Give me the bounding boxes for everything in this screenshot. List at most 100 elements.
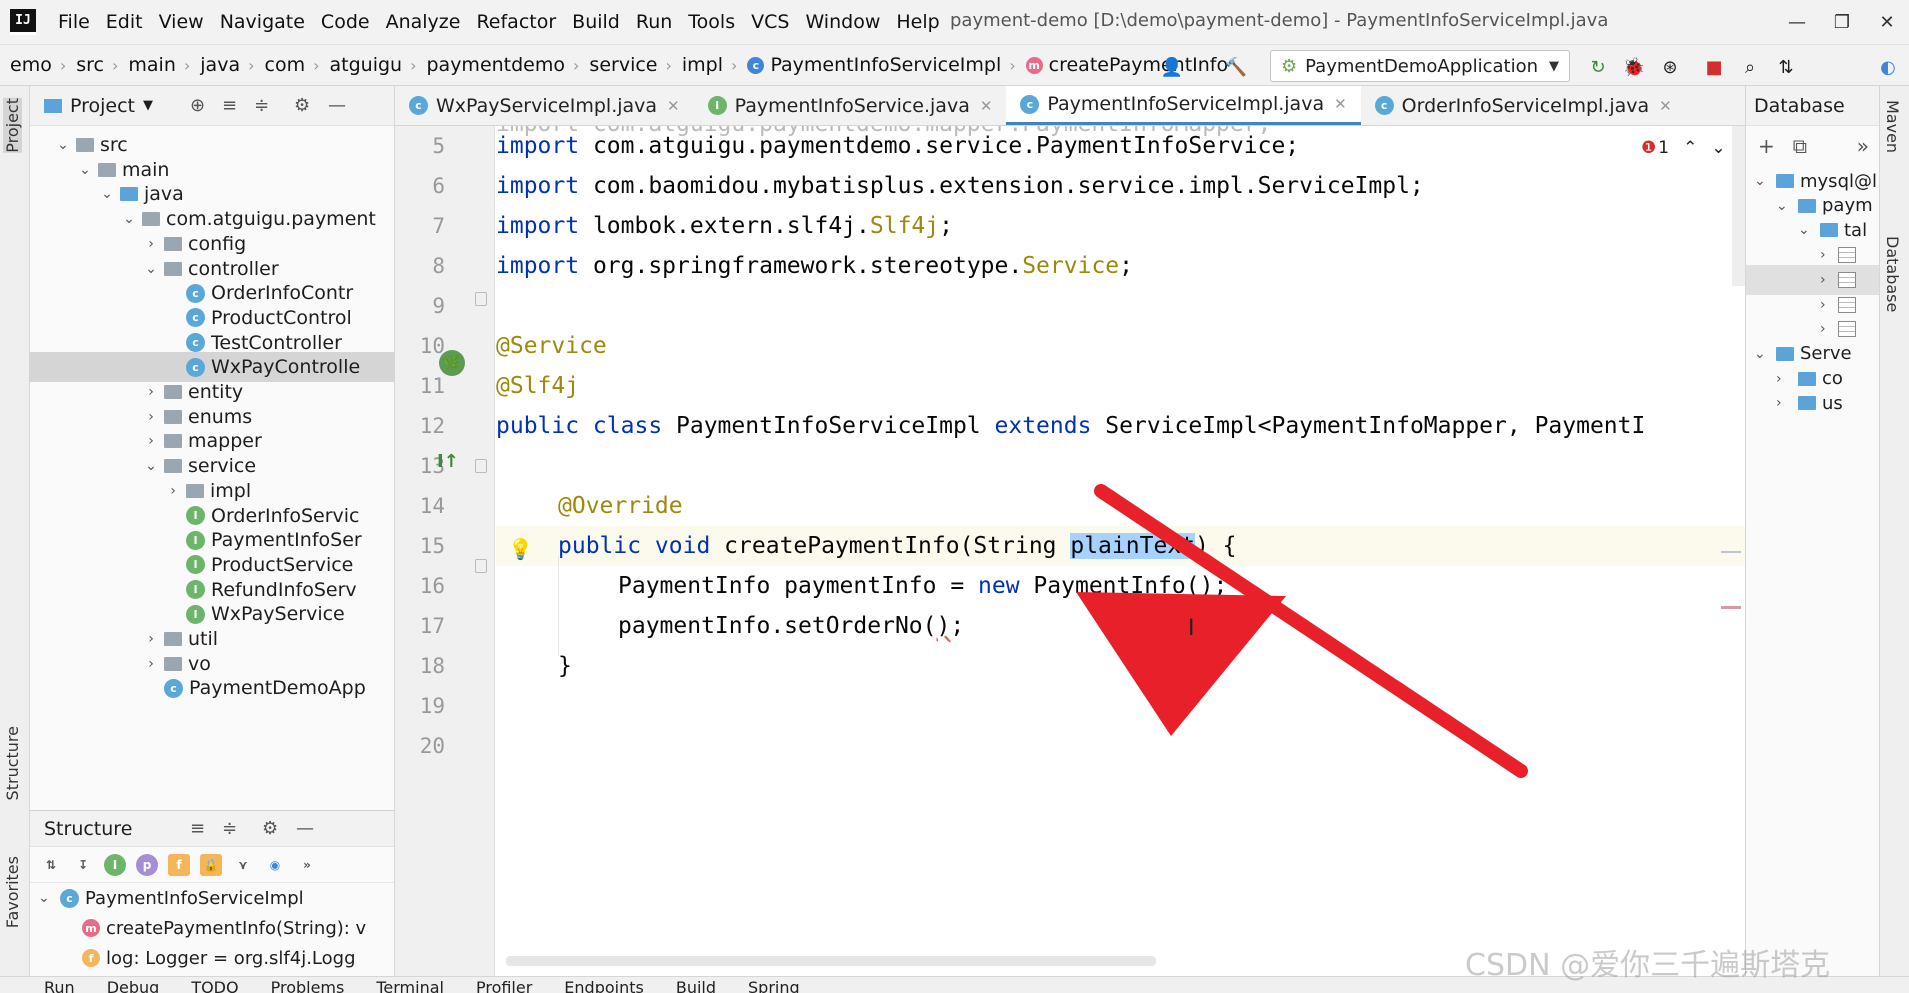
menu-refactor[interactable]: Refactor (468, 11, 564, 33)
spring-bean-icon[interactable]: 🌿 (439, 350, 465, 376)
debug-icon[interactable]: 🐞 (1622, 55, 1646, 79)
chevron-right-icon[interactable]: › (1820, 321, 1838, 337)
maven-tool-tab[interactable]: Maven (1883, 100, 1902, 153)
menu-vcs[interactable]: VCS (743, 11, 797, 33)
menu-help[interactable]: Help (888, 11, 947, 33)
bottom-tab-build[interactable]: Build (662, 977, 734, 993)
fold-icon[interactable] (475, 559, 487, 573)
breadcrumb-item[interactable]: impl › (672, 54, 738, 76)
chevron-right-icon[interactable]: › (142, 409, 160, 425)
breadcrumb-item[interactable]: c PaymentInfoServiceImpl › (737, 54, 1016, 76)
menu-view[interactable]: View (151, 11, 212, 33)
chevron-down-icon[interactable]: ⌄ (1754, 346, 1772, 362)
chevron-down-icon[interactable]: › (1776, 395, 1794, 411)
close-tab-icon[interactable]: ✕ (1334, 95, 1347, 113)
restore-icon[interactable]: ❐ (1820, 6, 1864, 38)
autoscroll-icon[interactable]: ◉ (264, 854, 286, 876)
gear-icon[interactable]: ⚙ (262, 818, 278, 839)
chevron-down-icon[interactable]: ⌄ (1798, 222, 1816, 238)
menu-window[interactable]: Window (797, 11, 888, 33)
bottom-tab-endpoints[interactable]: Endpoints (550, 977, 662, 993)
bottom-tab-spring[interactable]: Spring (734, 977, 818, 993)
chevron-right-icon[interactable]: › (142, 236, 160, 252)
chevron-right-icon[interactable]: › (1820, 272, 1838, 288)
bottom-tab-terminal[interactable]: Terminal (362, 977, 462, 993)
menu-analyze[interactable]: Analyze (378, 11, 469, 33)
stop-icon[interactable]: ■ (1702, 55, 1726, 79)
chevron-down-icon[interactable]: ⌄ (98, 186, 116, 202)
bottom-tab-run[interactable]: Run (30, 977, 93, 993)
locate-icon[interactable]: ⊕ (190, 95, 205, 116)
minimize-icon[interactable]: — (1775, 6, 1819, 38)
editor-tab[interactable]: c PaymentInfoServiceImpl.java ✕ (1006, 86, 1361, 125)
copy-icon[interactable]: ⧉ (1793, 134, 1807, 158)
favorites-tool-tab[interactable]: Favorites (3, 856, 22, 928)
more-icon[interactable]: » (296, 854, 318, 876)
menu-run[interactable]: Run (628, 11, 680, 33)
user-icon[interactable]: 👤 (1160, 55, 1184, 79)
chevron-down-icon[interactable]: ▼ (143, 98, 153, 113)
breadcrumb-item[interactable]: atguigu › (320, 54, 417, 76)
editor-tab[interactable]: c OrderInfoServiceImpl.java ✕ (1361, 86, 1686, 125)
sort-visibility-icon[interactable]: ↧ (72, 854, 94, 876)
menu-file[interactable]: File (50, 11, 98, 33)
database-tree-item[interactable]: › us (1746, 388, 1879, 418)
code-editor[interactable]: import com.atguigu.paymentdemo.mapper.Pa… (496, 126, 1745, 976)
implements-method-icon[interactable]: I↑ (437, 451, 459, 472)
plugin-icon[interactable]: ◐ (1876, 55, 1900, 79)
editor-tab[interactable]: c WxPayServiceImpl.java ✕ (395, 86, 694, 125)
show-fields-icon[interactable]: f (168, 853, 190, 876)
profile-icon[interactable]: ⊛ (1658, 55, 1682, 79)
chevron-right-icon[interactable]: › (142, 631, 160, 647)
project-tool-tab[interactable]: Project (3, 98, 22, 153)
breadcrumb-item[interactable]: java › (190, 54, 254, 76)
build-hammer-icon[interactable]: 🔨 (1224, 55, 1248, 79)
fold-icon[interactable] (475, 292, 487, 306)
rerun-icon[interactable]: ↻ (1586, 55, 1610, 79)
more-icon[interactable]: » (1857, 134, 1869, 158)
menu-build[interactable]: Build (564, 11, 628, 33)
chevron-right-icon[interactable]: › (1820, 297, 1838, 313)
run-configuration-select[interactable]: ⚙ PaymentDemoApplication ▼ (1270, 50, 1570, 82)
bottom-tab-debug[interactable]: Debug (93, 977, 178, 993)
breadcrumb-item[interactable]: main › (118, 54, 190, 76)
editor-tab[interactable]: I PaymentInfoService.java ✕ (694, 86, 1007, 125)
close-tab-icon[interactable]: ✕ (980, 97, 993, 115)
expand-all-icon[interactable]: ≡ (222, 95, 237, 116)
close-window-icon[interactable]: ✕ (1865, 6, 1909, 38)
bottom-tab-profiler[interactable]: Profiler (462, 977, 550, 993)
show-non-public-icon[interactable]: 🔒 (200, 853, 222, 876)
project-panel-title[interactable]: Project (70, 95, 135, 117)
chevron-down-icon[interactable]: ⌄ (1776, 198, 1794, 214)
search-icon[interactable]: ⌕ (1738, 55, 1762, 79)
collapse-all-icon[interactable]: ≑ (254, 95, 269, 116)
chevron-right-icon[interactable]: › (142, 433, 160, 449)
structure-row-method[interactable]: m createPaymentInfo(String): v (30, 913, 394, 943)
structure-tool-tab[interactable]: Structure (3, 726, 22, 800)
chevron-down-icon[interactable]: ⌄ (1754, 173, 1772, 189)
chevron-down-icon[interactable]: ⌄ (120, 211, 138, 227)
hide-icon[interactable]: — (296, 818, 314, 839)
chevron-right-icon[interactable]: › (1820, 247, 1838, 263)
menu-navigate[interactable]: Navigate (212, 11, 313, 33)
close-tab-icon[interactable]: ✕ (1659, 97, 1672, 115)
database-tool-tab[interactable]: Database (1883, 236, 1902, 312)
bottom-tab-problems[interactable]: Problems (257, 977, 363, 993)
chevron-right-icon[interactable]: › (142, 656, 160, 672)
hide-icon[interactable]: — (328, 95, 346, 116)
add-icon[interactable]: + (1758, 134, 1775, 158)
menu-code[interactable]: Code (313, 11, 378, 33)
structure-row-class[interactable]: ⌄ c PaymentInfoServiceImpl (30, 883, 394, 913)
breadcrumb-item[interactable]: paymentdemo › (416, 54, 579, 76)
chevron-right-icon[interactable]: › (164, 483, 182, 499)
structure-row-field[interactable]: f log: Logger = org.slf4j.Logg (30, 943, 394, 973)
gear-icon[interactable]: ⚙ (294, 95, 310, 116)
chevron-down-icon[interactable]: ⌄ (54, 137, 72, 153)
chevron-down-icon[interactable]: ⌄ (142, 458, 160, 474)
chevron-down-icon[interactable]: › (1776, 371, 1794, 387)
breadcrumb-item[interactable]: service › (579, 54, 671, 76)
bottom-tab-todo[interactable]: TODO (177, 977, 256, 993)
chevron-down-icon[interactable]: ⌄ (76, 162, 94, 178)
breadcrumb-item[interactable]: emo › (0, 54, 66, 76)
collapse-all-icon[interactable]: ≑ (222, 818, 237, 839)
